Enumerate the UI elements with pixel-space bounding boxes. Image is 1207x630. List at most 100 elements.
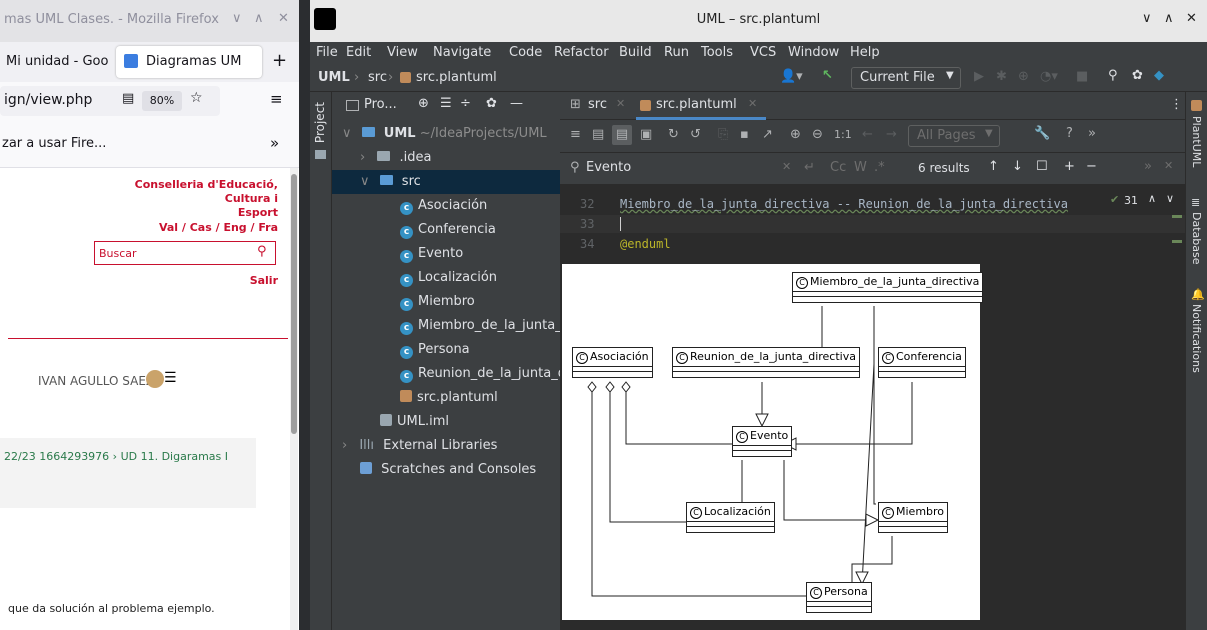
- search-icon[interactable]: ⚲: [1108, 68, 1118, 83]
- language-links[interactable]: Val / Cas / Eng / Fra: [90, 221, 278, 234]
- hide-icon[interactable]: —: [510, 96, 523, 111]
- close-icon[interactable]: ✕: [278, 11, 289, 26]
- match-case-button[interactable]: Cc: [830, 160, 846, 175]
- bookmark-star-icon[interactable]: ☆: [190, 90, 203, 106]
- class-reunion[interactable]: C Reunion_de_la_junta_directiva: [672, 347, 860, 378]
- notifications-tool-tab[interactable]: Notifications: [1190, 304, 1203, 373]
- menu-help[interactable]: Help: [850, 45, 880, 60]
- project-tool-tab[interactable]: Project: [313, 102, 327, 143]
- add-occurrence-icon[interactable]: +: [1064, 159, 1075, 174]
- close-icon[interactable]: ✕: [616, 97, 625, 110]
- zoom-out-icon[interactable]: ⊖: [812, 127, 823, 142]
- previous-occurrence-icon[interactable]: ↑: [988, 159, 999, 174]
- tree-item-src[interactable]: ∨ src: [332, 170, 560, 194]
- external-link-icon[interactable]: ↗: [762, 127, 773, 142]
- search-input[interactable]: Buscar ⚲: [94, 241, 276, 265]
- more-icon[interactable]: »: [1144, 159, 1152, 174]
- select-all-icon[interactable]: ☐: [1036, 159, 1048, 174]
- save-icon[interactable]: ▪: [740, 127, 749, 142]
- more-icon[interactable]: »: [1088, 126, 1096, 141]
- breadcrumb-project[interactable]: UML: [318, 70, 350, 85]
- chevron-down-icon[interactable]: ∨: [1142, 11, 1152, 26]
- tree-item-class[interactable]: c Asociación: [400, 194, 487, 218]
- maximize-icon[interactable]: ∧: [1164, 11, 1174, 26]
- scrollbar[interactable]: [290, 168, 298, 630]
- class-evento[interactable]: C Evento: [732, 426, 793, 457]
- zoom-badge[interactable]: 80%: [142, 91, 182, 111]
- tree-item-scratches[interactable]: Scratches and Consoles: [360, 458, 536, 482]
- chevron-down-icon[interactable]: ∨: [232, 11, 242, 26]
- scrollbar-thumb[interactable]: [291, 174, 297, 434]
- tree-item-class[interactable]: c Miembro: [400, 290, 475, 314]
- menu-view[interactable]: View: [387, 45, 418, 60]
- image-icon[interactable]: ▣: [640, 127, 652, 142]
- overflow-chevron-icon[interactable]: »: [270, 134, 279, 152]
- menu-build[interactable]: Build: [619, 45, 652, 60]
- tree-item-plantuml[interactable]: src.plantuml: [400, 386, 498, 410]
- close-icon[interactable]: ✕: [1186, 11, 1197, 26]
- preview-view-icon[interactable]: ▤: [612, 125, 632, 145]
- tab-src-plantuml[interactable]: src.plantuml ✕: [636, 92, 766, 120]
- menu-window[interactable]: Window: [788, 45, 839, 60]
- close-icon[interactable]: ✕: [1164, 159, 1173, 172]
- locate-icon[interactable]: ⊕: [418, 96, 429, 111]
- regex-button[interactable]: .*: [874, 160, 885, 175]
- tab-diagramas[interactable]: Diagramas UM: [116, 46, 262, 78]
- next-page-icon[interactable]: →: [886, 127, 897, 142]
- menu-refactor[interactable]: Refactor: [554, 45, 609, 60]
- tree-item-class[interactable]: c Reunion_de_la_junta_d: [400, 362, 566, 386]
- user-icon[interactable]: 👤▾: [780, 69, 803, 84]
- avatar[interactable]: [146, 370, 164, 388]
- gear-icon[interactable]: ✿: [486, 96, 497, 111]
- tab-src[interactable]: ⊞ src ✕: [566, 92, 630, 120]
- maximize-icon[interactable]: ∧: [254, 11, 264, 26]
- debug-icon[interactable]: ✱: [996, 69, 1007, 84]
- coverage-icon[interactable]: ⊕: [1018, 69, 1029, 84]
- plugin-icon[interactable]: ◆: [1154, 68, 1164, 83]
- find-input[interactable]: Evento: [586, 160, 631, 175]
- menu-tools[interactable]: Tools: [701, 45, 733, 60]
- chevron-up-icon[interactable]: ∧: [1148, 192, 1156, 205]
- tree-item-class[interactable]: c Evento: [400, 242, 463, 266]
- breadcrumb[interactable]: 22/23 1664293976 › UD 11. Digaramas I: [4, 450, 228, 463]
- help-icon[interactable]: ?: [1066, 126, 1073, 141]
- tree-item-class[interactable]: c Conferencia: [400, 218, 496, 242]
- bookmark-item[interactable]: zar a usar Fire...: [2, 136, 106, 151]
- tree-item-external-libraries[interactable]: › Illı External Libraries: [342, 434, 497, 458]
- text-view-icon[interactable]: ≡: [570, 127, 581, 142]
- user-menu-icon[interactable]: ☰: [164, 370, 177, 386]
- tree-item-class[interactable]: c Persona: [400, 338, 470, 362]
- menu-file[interactable]: File: [316, 45, 338, 60]
- prev-page-icon[interactable]: ←: [862, 127, 873, 142]
- tree-item-uml[interactable]: ∨ UML ~/IdeaProjects/UML: [342, 122, 547, 146]
- breadcrumb-src[interactable]: src: [368, 70, 387, 85]
- more-tabs-icon[interactable]: ⋮: [1170, 97, 1183, 112]
- profile-icon[interactable]: ◔▾: [1040, 69, 1058, 84]
- stop-icon[interactable]: ■: [1076, 69, 1088, 84]
- search-icon[interactable]: ⚲: [257, 244, 267, 259]
- collapse-all-icon[interactable]: ÷: [460, 96, 471, 111]
- code-editor[interactable]: 32 Miembro_de_la_junta_directiva -- Reun…: [560, 185, 1185, 259]
- inspection-icon[interactable]: ✔: [1110, 193, 1119, 206]
- reader-view-icon[interactable]: ▤: [122, 91, 134, 106]
- menu-edit[interactable]: Edit: [346, 45, 371, 60]
- expand-all-icon[interactable]: ☰: [440, 96, 452, 111]
- menu-run[interactable]: Run: [664, 45, 689, 60]
- search-icon[interactable]: ⚲: [570, 160, 580, 175]
- tree-item-idea[interactable]: › .idea: [360, 146, 431, 170]
- class-conferencia[interactable]: C Conferencia: [878, 347, 966, 378]
- tree-item-class[interactable]: c Localización: [400, 266, 497, 290]
- auto-refresh-icon[interactable]: ↺: [690, 127, 701, 142]
- database-tool-tab[interactable]: Database: [1190, 212, 1203, 265]
- zoom-in-icon[interactable]: ⊕: [790, 127, 801, 142]
- breadcrumb-file[interactable]: src.plantuml: [416, 70, 497, 85]
- new-tab-icon[interactable]: +: [272, 50, 287, 71]
- remove-occurrence-icon[interactable]: −: [1086, 159, 1097, 174]
- user-name[interactable]: IVAN AGULLO SAEZ: [38, 374, 154, 388]
- copy-icon[interactable]: ⎘: [718, 127, 728, 142]
- panel-title[interactable]: Pro...: [364, 97, 397, 112]
- whole-word-button[interactable]: W: [854, 160, 867, 175]
- menu-icon[interactable]: ≡: [270, 90, 283, 108]
- uml-diagram-preview[interactable]: C Miembro_de_la_junta_directiva C Asociaci…: [562, 264, 984, 620]
- hammer-icon[interactable]: ↖: [822, 68, 833, 83]
